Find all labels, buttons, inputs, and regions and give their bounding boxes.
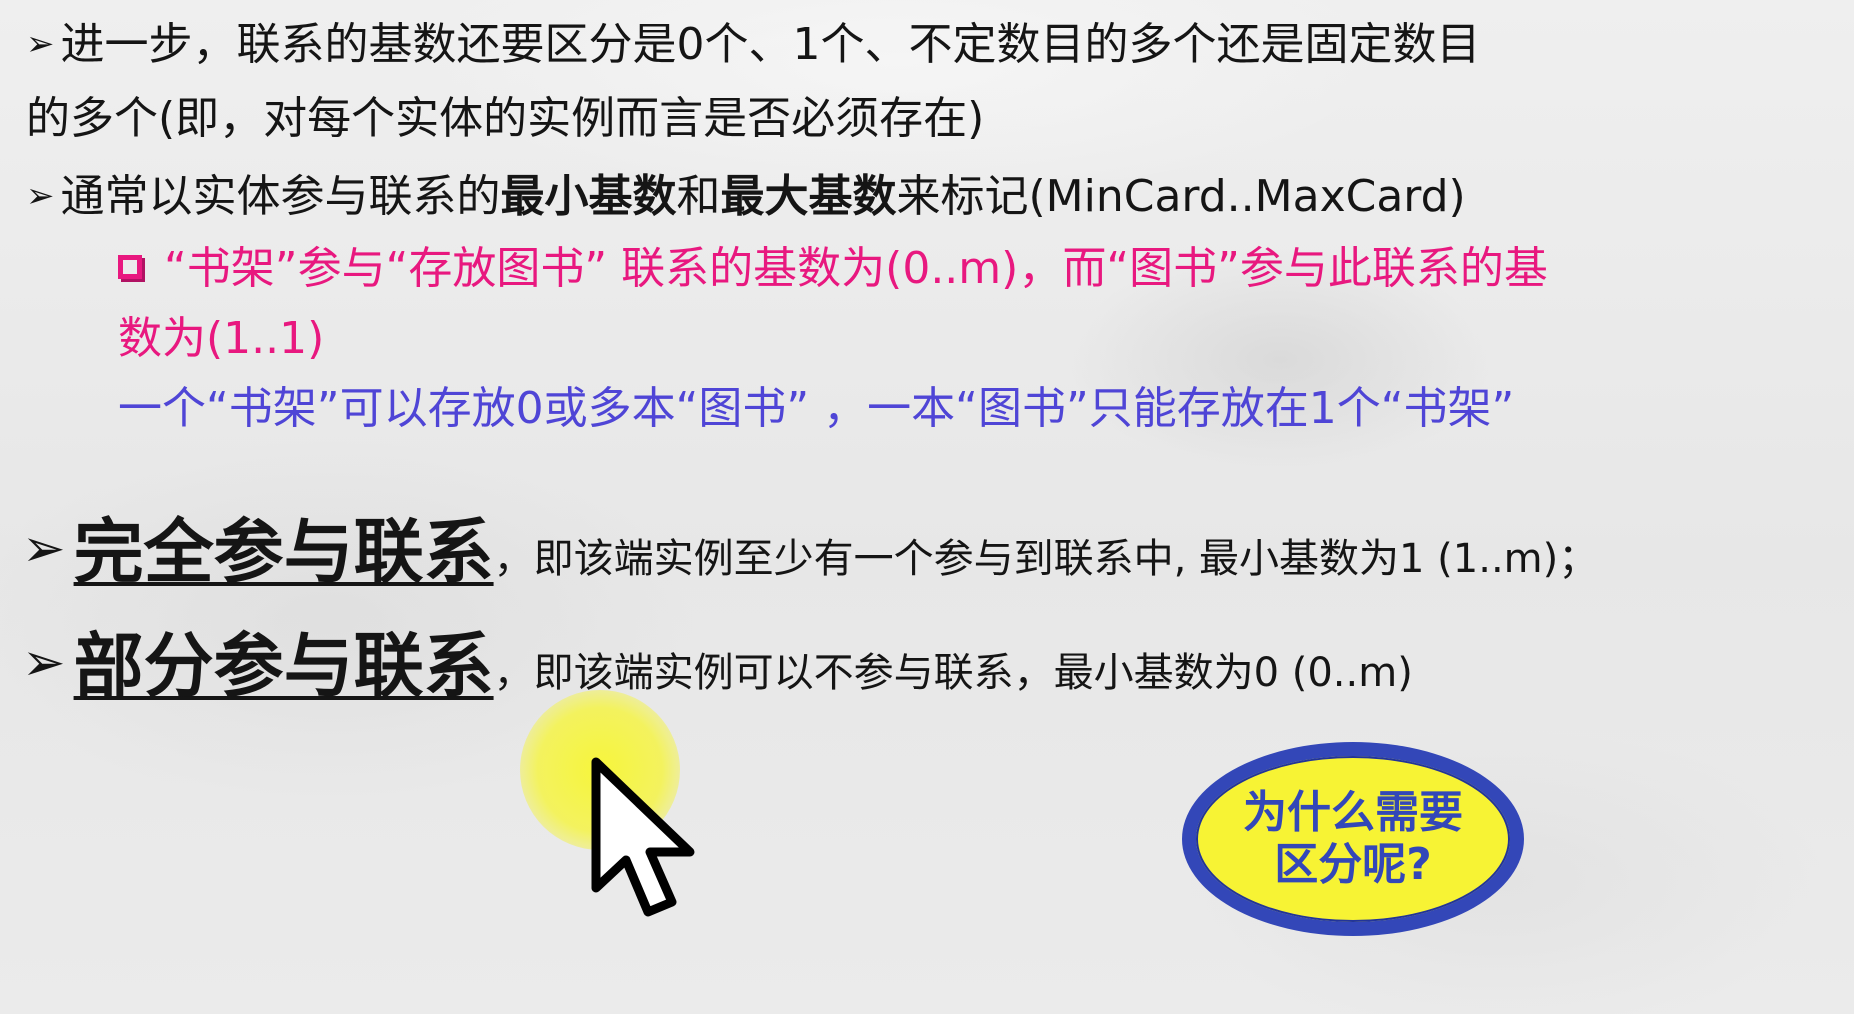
partial-participation-desc: ，即该端实例可以不参与联系，最小基数为0 (0..m) (493, 650, 1413, 696)
arrowhead-bullet-icon: ➢ (22, 519, 66, 579)
total-participation-term: 完全参与联系 (73, 511, 494, 593)
max-card-term: 最大基数 (720, 171, 897, 222)
callout-text: 为什么需要 区分呢? (1243, 787, 1463, 890)
mouse-pointer-icon (591, 757, 695, 917)
paragraph-line-1: ➢ 进一步，联系的基数还要区分是0个、1个、不定数目的多个还是固定数目 (26, 19, 1481, 71)
slide: ➢ 进一步，联系的基数还要区分是0个、1个、不定数目的多个还是固定数目 的多个(即… (0, 0, 1854, 1014)
callout-bubble: 为什么需要 区分呢? (1182, 742, 1524, 936)
total-participation-line: ➢ 完全参与联系，即该端实例至少有一个参与到联系中, 最小基数为1 (1..m)； (22, 512, 1598, 593)
example-1-text: “书架”参与“存放图书” 联系的基数为(0..m)，而“图书”参与此联系的基 (164, 243, 1548, 294)
paragraph-line-2: 的多个(即，对每个实体的实例而言是否必须存在) (26, 93, 985, 145)
total-participation-desc: ，即该端实例至少有一个参与到联系中, 最小基数为1 (1..m)； (493, 536, 1599, 582)
line-3-pre: 通常以实体参与联系的 (60, 171, 501, 222)
partial-participation-term: 部分参与联系 (73, 625, 494, 707)
example-line-3: 一个“书架”可以存放0或多本“图书” ，一本“图书”只能存放在1个“书架” (118, 383, 1515, 435)
example-2-text: 数为(1..1) (118, 313, 325, 364)
partial-participation-line: ➢ 部分参与联系，即该端实例可以不参与联系，最小基数为0 (0..m) (22, 626, 1413, 707)
square-bullet-icon (118, 255, 142, 279)
line-1-text: 进一步，联系的基数还要区分是0个、1个、不定数目的多个还是固定数目 (60, 19, 1481, 70)
line-2-text: 的多个(即，对每个实体的实例而言是否必须存在) (26, 93, 985, 144)
example-3-text: 一个“书架”可以存放0或多本“图书” ，一本“图书”只能存放在1个“书架” (118, 383, 1515, 434)
arrowhead-bullet-icon: ➢ (26, 24, 55, 64)
line-3-mid: 和 (676, 171, 721, 222)
arrowhead-bullet-icon: ➢ (26, 176, 55, 216)
example-line-1: “书架”参与“存放图书” 联系的基数为(0..m)，而“图书”参与此联系的基 (118, 243, 1548, 295)
line-3-post: 来标记(MinCard..MaxCard) (896, 171, 1466, 222)
example-line-2: 数为(1..1) (118, 313, 325, 365)
min-card-term: 最小基数 (500, 171, 677, 222)
paragraph-line-3: ➢ 通常以实体参与联系的最小基数和最大基数来标记(MinCard..MaxCard… (26, 171, 1466, 223)
arrowhead-bullet-icon: ➢ (22, 633, 66, 693)
